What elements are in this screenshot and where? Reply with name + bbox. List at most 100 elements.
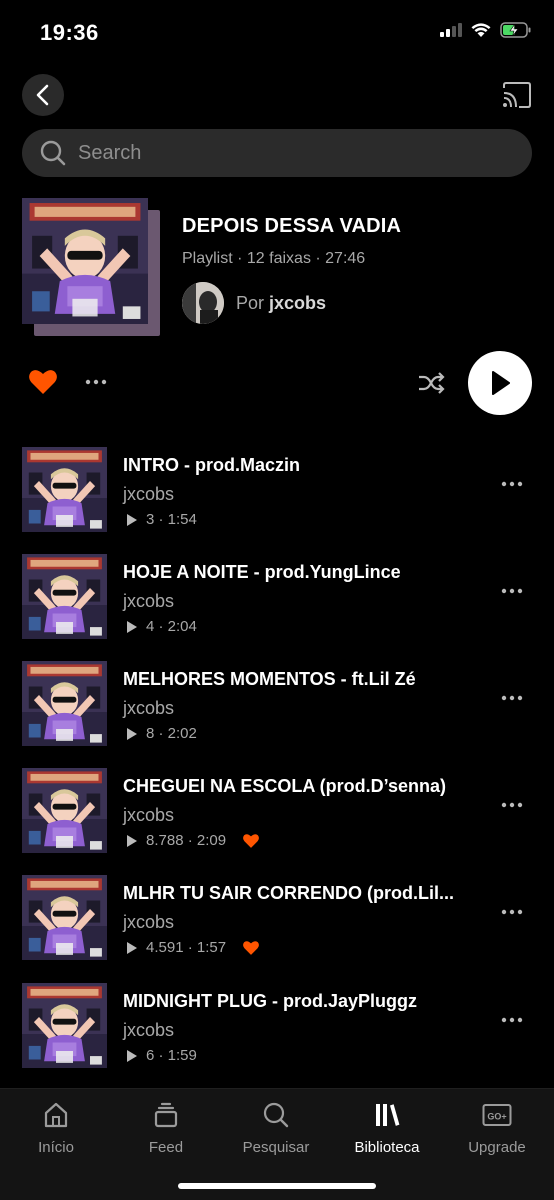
track-title: MELHORES MOMENTOS - ft.Lil Zé	[123, 669, 416, 689]
track-cover-image	[22, 875, 107, 960]
tab-label: Biblioteca	[354, 1139, 420, 1156]
home-icon	[44, 1102, 68, 1128]
track-plays-duration: 4 · 2:04	[146, 618, 197, 635]
go-plus-icon: GO+	[482, 1104, 512, 1126]
track-plays-duration: 3 · 1:54	[146, 511, 197, 528]
track-more-button[interactable]	[500, 691, 524, 703]
track-more-button[interactable]	[500, 477, 524, 489]
tab-home[interactable]: Início	[6, 1099, 106, 1156]
playlist-cover	[22, 198, 162, 338]
track-artist: jxcobs	[123, 912, 175, 932]
track-stats: 4.591 · 1:57	[126, 939, 260, 956]
play-count-icon	[127, 620, 137, 633]
more-horizontal-icon	[501, 695, 523, 701]
back-button[interactable]	[22, 74, 64, 116]
tab-search[interactable]: Pesquisar	[226, 1099, 326, 1156]
track-stats: 8.788 · 2:09	[126, 832, 260, 849]
track-more-button[interactable]	[500, 905, 524, 917]
track-stats: 8 · 2:02	[126, 725, 197, 742]
playlist-cover-image	[22, 198, 148, 324]
tab-label: Pesquisar	[242, 1139, 310, 1156]
more-horizontal-icon	[501, 909, 523, 915]
heart-filled-icon	[29, 370, 57, 394]
track-artist: jxcobs	[123, 591, 175, 611]
track-more-button[interactable]	[500, 1013, 524, 1025]
cast-icon	[503, 82, 531, 108]
track-stats: 4 · 2:04	[126, 618, 197, 635]
track-row[interactable]: MELHORES MOMENTOS - ft.Lil Zé jxcobs 8 ·…	[0, 661, 554, 753]
track-row[interactable]: HOJE A NOITE - prod.YungLince jxcobs 4 ·…	[0, 554, 554, 646]
owner-avatar-image	[182, 282, 224, 324]
tab-label: Upgrade	[468, 1139, 526, 1156]
play-count-icon	[127, 1049, 137, 1062]
track-more-button[interactable]	[500, 584, 524, 596]
track-artist: jxcobs	[123, 1020, 175, 1040]
search-input[interactable]	[78, 141, 478, 165]
track-plays-duration: 8.788 · 2:09	[146, 832, 227, 849]
liked-heart-icon	[243, 940, 259, 955]
shuffle-icon	[419, 372, 445, 394]
feed-icon	[154, 1102, 178, 1128]
playlist-more-button[interactable]	[84, 372, 108, 392]
more-horizontal-icon	[501, 481, 523, 487]
like-playlist-button[interactable]	[28, 368, 58, 396]
owner-avatar[interactable]	[182, 282, 224, 324]
liked-heart-icon	[243, 833, 259, 848]
play-count-icon	[127, 941, 137, 954]
track-title: CHEGUEI NA ESCOLA (prod.D’senna)	[123, 776, 447, 796]
track-row[interactable]: MIDNIGHT PLUG - prod.JayPluggz jxcobs 6 …	[0, 983, 554, 1075]
track-cover-image	[22, 447, 107, 532]
play-count-icon	[127, 834, 137, 847]
battery-charging-icon	[500, 22, 531, 38]
track-title: INTRO - prod.Maczin	[123, 455, 300, 475]
owner-name: jxcobs	[269, 292, 327, 313]
track-title: MIDNIGHT PLUG - prod.JayPluggz	[123, 991, 418, 1011]
shuffle-button[interactable]	[416, 368, 446, 398]
chevron-left-icon	[36, 84, 49, 106]
track-cover-image	[22, 768, 107, 853]
track-row[interactable]: CHEGUEI NA ESCOLA (prod.D’senna) jxcobs …	[0, 768, 554, 860]
track-row[interactable]: INTRO - prod.Maczin jxcobs 3 · 1:54	[0, 447, 554, 539]
track-more-button[interactable]	[500, 798, 524, 810]
more-horizontal-icon	[501, 588, 523, 594]
track-artist: jxcobs	[123, 805, 175, 825]
tab-upgrade[interactable]: GO+ Upgrade	[447, 1099, 547, 1156]
library-icon	[376, 1104, 400, 1126]
tab-feed[interactable]: Feed	[116, 1099, 216, 1156]
track-cover-image	[22, 983, 107, 1068]
track-cover-image	[22, 661, 107, 746]
track-artist: jxcobs	[123, 484, 175, 504]
svg-text:GO+: GO+	[487, 1112, 506, 1122]
owner-text[interactable]: Por jxcobs	[236, 293, 326, 314]
play-button[interactable]	[468, 351, 532, 415]
track-plays-duration: 6 · 1:59	[146, 1047, 197, 1064]
track-stats: 6 · 1:59	[126, 1047, 197, 1064]
track-artist: jxcobs	[123, 698, 175, 718]
cellular-signal-icon	[440, 23, 462, 37]
play-icon	[492, 371, 510, 395]
status-time: 19:36	[40, 20, 99, 45]
cast-button[interactable]	[502, 82, 532, 108]
track-plays-duration: 8 · 2:02	[146, 725, 197, 742]
track-row[interactable]: MLHR TU SAIR CORRENDO (prod.Lil... jxcob…	[0, 875, 554, 967]
more-horizontal-icon	[501, 1017, 523, 1023]
tab-label: Feed	[148, 1139, 184, 1156]
play-count-icon	[127, 513, 137, 526]
track-title: HOJE A NOITE - prod.YungLince	[123, 562, 401, 582]
playlist-meta: Playlist · 12 faixas · 27:46	[182, 250, 366, 267]
track-stats: 3 · 1:54	[126, 511, 197, 528]
more-horizontal-icon	[85, 379, 107, 385]
wifi-icon	[471, 23, 491, 37]
track-cover-image	[22, 554, 107, 639]
playlist-owner[interactable]: Por jxcobs	[182, 282, 326, 324]
play-count-icon	[127, 727, 137, 740]
tab-label: Início	[38, 1139, 74, 1156]
track-plays-duration: 4.591 · 1:57	[146, 939, 227, 956]
playlist-title: DEPOIS DESSA VADIA	[182, 215, 402, 237]
search-bar[interactable]	[22, 129, 532, 177]
search-icon	[263, 1102, 289, 1128]
owner-prefix: Por	[236, 292, 265, 313]
more-horizontal-icon	[501, 802, 523, 808]
tab-library[interactable]: Biblioteca	[337, 1099, 437, 1156]
status-icons	[440, 22, 532, 38]
